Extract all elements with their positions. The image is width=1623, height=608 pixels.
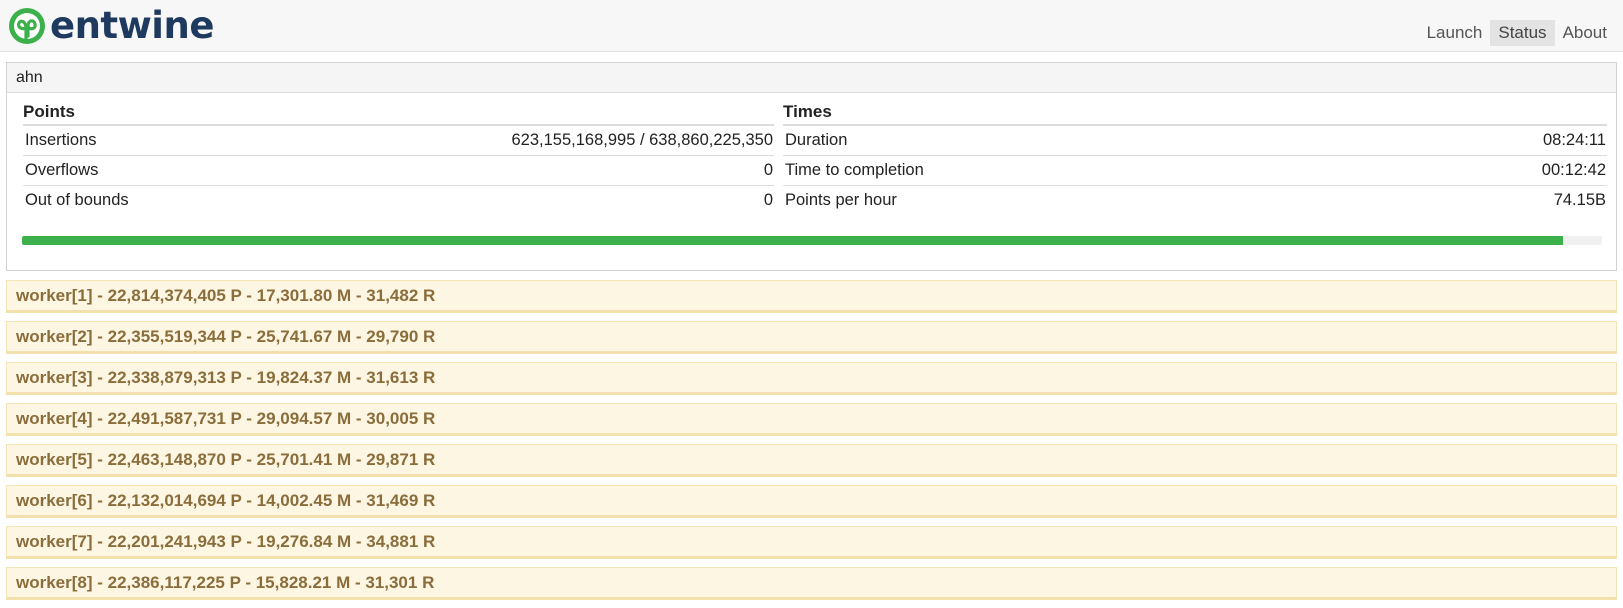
row-label: Duration bbox=[785, 131, 848, 149]
row-value: 08:24:11 bbox=[1542, 131, 1606, 149]
row-label: Time to completion bbox=[785, 161, 924, 179]
worker-item[interactable]: worker[7] - 22,201,241,943 P - 19,276.84… bbox=[6, 526, 1617, 559]
points-section: Points Insertions 623,155,168,995 / 638,… bbox=[23, 102, 774, 216]
times-section: Times Duration 08:24:11 Time to completi… bbox=[783, 102, 1607, 216]
entwine-logo-icon bbox=[9, 8, 45, 44]
worker-item[interactable]: worker[6] - 22,132,014,694 P - 14,002.45… bbox=[6, 485, 1617, 518]
times-title: Times bbox=[783, 102, 1607, 126]
times-row: Time to completion 00:12:42 bbox=[783, 156, 1607, 186]
worker-item[interactable]: worker[3] - 22,338,879,313 P - 19,824.37… bbox=[6, 362, 1617, 395]
worker-item[interactable]: worker[5] - 22,463,148,870 P - 25,701.41… bbox=[6, 444, 1617, 477]
row-label: Points per hour bbox=[785, 191, 897, 209]
job-name[interactable]: ahn bbox=[7, 63, 1616, 93]
times-row: Points per hour 74.15B bbox=[783, 186, 1607, 216]
brand[interactable]: entwine bbox=[7, 5, 214, 47]
navbar: entwine Launch Status About bbox=[0, 0, 1623, 52]
points-row: Out of bounds 0 bbox=[23, 186, 774, 216]
job-panel: ahn Points Insertions 623,155,168,995 / … bbox=[6, 62, 1617, 271]
row-label: Insertions bbox=[25, 131, 97, 149]
row-label: Out of bounds bbox=[25, 191, 129, 209]
worker-item[interactable]: worker[2] - 22,355,519,344 P - 25,741.67… bbox=[6, 321, 1617, 354]
points-row: Insertions 623,155,168,995 / 638,860,225… bbox=[23, 126, 774, 156]
row-value: 0 bbox=[763, 191, 773, 209]
row-value: 74.15B bbox=[1553, 191, 1606, 209]
points-row: Overflows 0 bbox=[23, 156, 774, 186]
row-value: 623,155,168,995 / 638,860,225,350 bbox=[511, 131, 774, 149]
nav-status[interactable]: Status bbox=[1490, 20, 1555, 46]
nav-about[interactable]: About bbox=[1555, 20, 1615, 46]
row-value: 00:12:42 bbox=[1541, 161, 1606, 179]
nav-menu: Launch Status About bbox=[1419, 20, 1615, 46]
worker-item[interactable]: worker[8] - 22,386,117,225 P - 15,828.21… bbox=[6, 567, 1617, 600]
progress-bar-track bbox=[22, 236, 1602, 245]
nav-launch[interactable]: Launch bbox=[1419, 20, 1491, 46]
row-value: 0 bbox=[763, 161, 773, 179]
worker-list: worker[1] - 22,814,374,405 P - 17,301.80… bbox=[6, 280, 1617, 608]
row-label: Overflows bbox=[25, 161, 99, 179]
brand-name: entwine bbox=[50, 4, 214, 47]
worker-item[interactable]: worker[4] - 22,491,587,731 P - 29,094.57… bbox=[6, 403, 1617, 436]
progress-bar-fill bbox=[22, 236, 1563, 245]
points-title: Points bbox=[23, 102, 774, 126]
worker-item[interactable]: worker[1] - 22,814,374,405 P - 17,301.80… bbox=[6, 280, 1617, 313]
times-row: Duration 08:24:11 bbox=[783, 126, 1607, 156]
